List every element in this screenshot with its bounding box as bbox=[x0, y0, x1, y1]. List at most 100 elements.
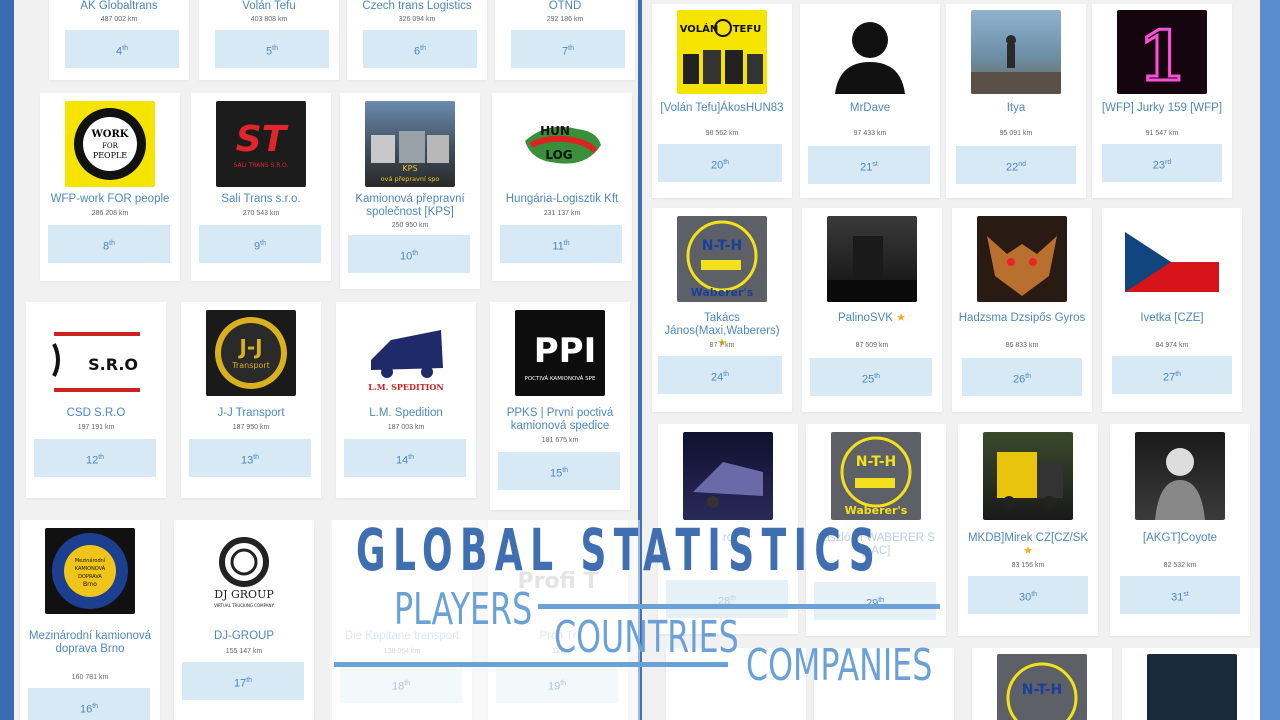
company-card[interactable]: KPS ová přepravní spo Kamionová přepravn… bbox=[340, 93, 480, 289]
company-name: J-J Transport bbox=[217, 407, 285, 419]
player-card[interactable]: 1 [WFP] Jurky 159 [WFP] 91 547 km 23rd bbox=[1092, 4, 1232, 198]
company-name: OTND bbox=[548, 0, 582, 12]
dj-group-logo: DJ GROUP VIRTUAL TRUCKING COMPANY bbox=[199, 528, 289, 614]
player-rank: 29th bbox=[814, 582, 936, 620]
player-card[interactable]: [AKGT]Coyote 82 532 km 31st bbox=[1110, 424, 1250, 636]
countries-underline bbox=[334, 662, 728, 667]
company-name: Mezinárodní kamionová doprava Brno bbox=[28, 630, 152, 655]
nth-waberers-avatar: N-T-H bbox=[997, 654, 1087, 720]
company-card[interactable]: S.R.O CSD S.R.O 197 191 km 12th bbox=[26, 302, 166, 498]
company-card[interactable]: J-J Transport J-J Transport 187 950 km 1… bbox=[181, 302, 321, 498]
star-icon: ★ bbox=[1023, 545, 1033, 557]
svg-text:Waberer's: Waberer's bbox=[691, 286, 754, 299]
player-name: Hadzsma Dzsipős Gyros bbox=[958, 312, 1086, 324]
player-card[interactable]: MrDave 97 433 km 21st bbox=[800, 4, 940, 198]
company-card[interactable]: L.M. SPEDITION L.M. Spedition 187 003 km… bbox=[336, 302, 476, 498]
svg-text:POCTIVÁ KAMIONOVÁ SPE: POCTIVÁ KAMIONOVÁ SPE bbox=[525, 375, 596, 382]
company-km: 403 808 km bbox=[250, 16, 288, 23]
svg-text:N-T-H: N-T-H bbox=[856, 454, 897, 470]
player-rank: 26th bbox=[962, 358, 1082, 396]
player-rank: 24th bbox=[658, 356, 782, 394]
volan-tefu-avatar: VOLÁN TEFU bbox=[677, 10, 767, 94]
czech-flag-avatar bbox=[1125, 216, 1219, 302]
svg-text:TEFU: TEFU bbox=[733, 24, 762, 35]
players-underline bbox=[538, 604, 940, 609]
player-card[interactable] bbox=[1122, 648, 1260, 720]
svg-text:Transport: Transport bbox=[231, 361, 270, 370]
company-name: L.M. Spedition bbox=[369, 407, 443, 419]
svg-text:FOR: FOR bbox=[102, 142, 119, 150]
company-card[interactable]: Czech trans Logistics 326 094 km 6th bbox=[347, 0, 487, 80]
player-rank: 31st bbox=[1120, 576, 1240, 614]
company-rank: 4th bbox=[65, 30, 179, 68]
company-card[interactable]: PPI POCTIVÁ KAMIONOVÁ SPE PPKS | První p… bbox=[490, 302, 630, 510]
player-card[interactable]: Hadzsma Dzsipős Gyros 86 833 km 26th bbox=[952, 208, 1092, 412]
player-km: 95 091 km bbox=[999, 130, 1033, 137]
company-rank: 6th bbox=[363, 30, 477, 68]
player-rank: 30th bbox=[968, 576, 1088, 614]
svg-text:J-J: J-J bbox=[237, 335, 262, 359]
player-name: Takács János(Maxi,Waberers) bbox=[664, 312, 780, 337]
company-rank: 8th bbox=[48, 225, 170, 263]
player-name: [AKGT]Coyote bbox=[1142, 532, 1218, 544]
company-card[interactable]: ST SALI TRANS S.R.O. Sali Trans s.r.o. 2… bbox=[191, 93, 331, 281]
ppks-logo: PPI POCTIVÁ KAMIONOVÁ SPE bbox=[515, 310, 605, 396]
company-km: 160 781 km bbox=[71, 674, 109, 681]
svg-text:SALI TRANS S.R.O.: SALI TRANS S.R.O. bbox=[234, 162, 289, 169]
svg-text:KPS: KPS bbox=[402, 164, 417, 173]
neon-one-avatar: 1 bbox=[1117, 10, 1207, 94]
player-km: 82 532 km bbox=[1163, 562, 1197, 569]
svg-text:Mezinárodní: Mezinárodní bbox=[75, 557, 106, 564]
company-name: Hungária-Logisztik Kft bbox=[505, 193, 619, 205]
company-rank: 7th bbox=[511, 30, 625, 68]
company-card[interactable]: DJ GROUP VIRTUAL TRUCKING COMPANY DJ-GRO… bbox=[174, 520, 314, 720]
company-rank: 16th bbox=[28, 688, 150, 720]
player-card[interactable]: Itya 95 091 km 22nd bbox=[946, 4, 1086, 198]
player-card[interactable]: PalinoSVK ★ 87 509 km 25th bbox=[802, 208, 942, 412]
company-name: DJ-GROUP bbox=[213, 630, 275, 642]
svg-text:N-T-H: N-T-H bbox=[702, 238, 743, 254]
company-card[interactable]: AK Globaltrans 487 002 km 4th bbox=[49, 0, 189, 80]
company-km: 286 208 km bbox=[91, 210, 129, 217]
company-km: 155 147 km bbox=[225, 648, 263, 655]
company-rank: 9th bbox=[199, 225, 321, 263]
night-truck-avatar bbox=[683, 432, 773, 520]
company-name: WFP-work FOR people bbox=[50, 193, 170, 205]
svg-text:N-T-H: N-T-H bbox=[1022, 682, 1063, 698]
company-card[interactable]: HUN LOG Hungária-Logisztik Kft 231 137 k… bbox=[492, 93, 632, 281]
company-card[interactable]: Mezinárodní KAMIONOVÁ DOPRAVA Brno Mezin… bbox=[20, 520, 160, 720]
countries-label: COUNTRIES bbox=[554, 612, 739, 663]
player-rank: 25th bbox=[810, 358, 932, 396]
player-card[interactable]: MKDB]Mirek CZ[CZ/SK ★ 83 156 km 30th bbox=[958, 424, 1098, 636]
player-card[interactable]: VOLÁN TEFU [Volán Tefu]ÁkosHUN83 98 562 … bbox=[652, 4, 792, 198]
player-km: 83 156 km bbox=[1011, 562, 1045, 569]
svg-text:LOG: LOG bbox=[545, 148, 572, 162]
jj-transport-logo: J-J Transport bbox=[206, 310, 296, 396]
company-card[interactable]: OTND 292 186 km 7th bbox=[495, 0, 635, 80]
svg-text:WORK: WORK bbox=[91, 129, 129, 140]
svg-text:1: 1 bbox=[1138, 17, 1185, 94]
player-card[interactable]: N-T-H Waberer's Takács János(Maxi,Wabere… bbox=[652, 208, 792, 412]
company-name: Volán Tefu bbox=[242, 0, 296, 12]
company-rank: 13th bbox=[189, 439, 311, 477]
player-rank: 21st bbox=[808, 146, 930, 184]
company-km: 326 094 km bbox=[398, 16, 436, 23]
player-name: MrDave bbox=[849, 102, 891, 114]
svg-text:VOLÁN: VOLÁN bbox=[680, 22, 719, 35]
player-name: Ivetka [CZE] bbox=[1140, 312, 1204, 324]
kps-trucks-photo: KPS ová přepravní spo bbox=[365, 101, 455, 187]
player-rank: 23rd bbox=[1102, 144, 1222, 182]
company-km: 270 543 km bbox=[242, 210, 280, 217]
player-card[interactable]: Ivetka [CZE] 84 974 km 27th bbox=[1102, 208, 1242, 412]
player-rank: 27th bbox=[1112, 356, 1232, 394]
player-rank: 20th bbox=[658, 144, 782, 182]
company-rank: 11th bbox=[500, 225, 622, 263]
company-rank: 10th bbox=[348, 235, 470, 273]
company-card[interactable]: Volán Tefu 403 808 km 5th bbox=[199, 0, 339, 80]
players-label: PLAYERS bbox=[394, 584, 533, 635]
company-card[interactable]: WORK FOR PEOPLE WFP-work FOR people 286 … bbox=[40, 93, 180, 281]
nth-waberers-avatar: N-T-H Waberer's bbox=[831, 432, 921, 520]
player-card[interactable]: N-T-H bbox=[972, 648, 1112, 720]
company-km: 197 191 km bbox=[77, 424, 115, 431]
svg-text:ová přepravní spo: ová přepravní spo bbox=[381, 175, 440, 183]
